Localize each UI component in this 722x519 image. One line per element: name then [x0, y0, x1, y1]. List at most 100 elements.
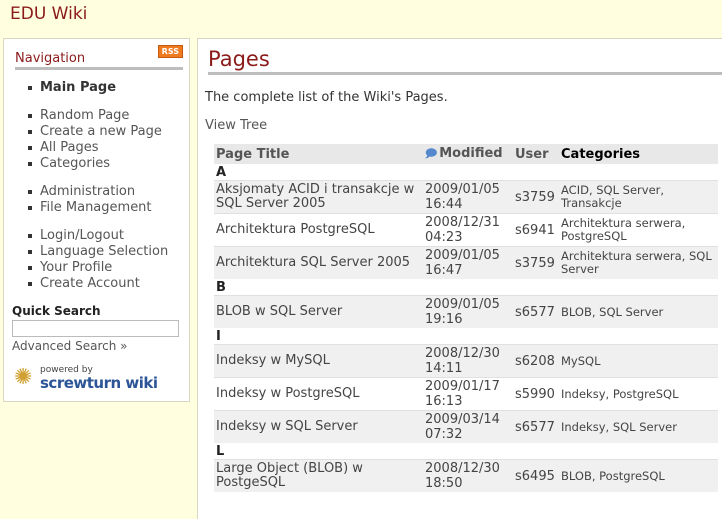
column-header-user[interactable]: User — [513, 144, 559, 164]
pages-table: Page Title 🗩 Modified User Categories A A… — [214, 144, 718, 492]
modified-time: 18:50 — [425, 476, 463, 491]
categories-cell[interactable]: BLOB, SQL Server — [559, 295, 718, 328]
table-row: Indeksy w MySQL 2008/12/30 14:11 s6208 My… — [214, 344, 718, 378]
modified-date: 2009/01/05 — [425, 248, 500, 263]
group-letter: A — [216, 164, 227, 180]
modified-time: 16:47 — [425, 263, 463, 278]
quick-search-input[interactable] — [12, 320, 179, 337]
page-description: The complete list of the Wiki's Pages. — [205, 90, 448, 105]
user-link[interactable]: s3759 — [513, 246, 559, 279]
nav-link-main-page[interactable]: Main Page — [40, 80, 116, 95]
categories-cell[interactable]: BLOB, PostgreSQL — [559, 459, 718, 492]
user-link[interactable]: s3759 — [513, 180, 559, 214]
nav-link-categories[interactable]: Categories — [40, 156, 110, 171]
nav-item-create-account[interactable]: Create Account — [27, 276, 168, 292]
modified-cell: 2008/12/30 14:11 — [423, 344, 513, 378]
view-tree-link[interactable]: View Tree — [205, 118, 267, 133]
user-link[interactable]: s6208 — [513, 344, 559, 378]
navigation-header: Navigation RSS — [15, 45, 183, 70]
page-title-link[interactable]: Architektura SQL Server 2005 — [214, 246, 423, 279]
page-title-link[interactable]: Architektura PostgreSQL — [214, 213, 423, 247]
powered-by-logo[interactable]: ✺ powered by screwturn wiki — [12, 365, 162, 393]
nav-link-file-management[interactable]: File Management — [40, 200, 152, 215]
categories-cell[interactable]: Indeksy, SQL Server — [559, 410, 718, 443]
categories-cell[interactable]: ACID, SQL Server, Transakcje — [559, 180, 718, 214]
nav-item-create-page[interactable]: Create a new Page — [27, 124, 168, 140]
modified-cell: 2009/01/05 19:16 — [423, 295, 513, 328]
table-row: Architektura PostgreSQL 2008/12/31 04:23 … — [214, 213, 718, 247]
nav-link-create-account[interactable]: Create Account — [40, 276, 140, 291]
comment-icon: 🗩 — [425, 146, 438, 160]
modified-date: 2008/12/31 — [425, 215, 500, 230]
user-link[interactable]: s6495 — [513, 459, 559, 492]
column-header-categories[interactable]: Categories — [559, 144, 718, 164]
column-header-title[interactable]: Page Title — [214, 144, 423, 164]
user-link[interactable]: s5990 — [513, 377, 559, 411]
page-title-link[interactable]: Indeksy w MySQL — [214, 344, 423, 378]
modified-cell: 2009/01/05 16:47 — [423, 246, 513, 279]
categories-cell[interactable]: MySQL — [559, 344, 718, 378]
categories-cell[interactable]: Architektura serwera, PostgreSQL — [559, 213, 718, 247]
modified-time: 07:32 — [425, 427, 463, 442]
nav-item-categories[interactable]: Categories — [27, 156, 168, 172]
modified-cell: 2009/01/05 16:44 — [423, 180, 513, 214]
modified-cell: 2008/12/31 04:23 — [423, 213, 513, 247]
main-content: Pages The complete list of the Wiki's Pa… — [197, 38, 722, 519]
modified-date: 2008/12/30 — [425, 461, 500, 476]
nav-item-main-page[interactable]: Main Page — [27, 80, 168, 96]
quick-search-label: Quick Search — [12, 304, 101, 318]
screwturn-logo-icon: ✺ — [14, 365, 33, 390]
group-letter-row: I — [214, 328, 718, 345]
table-row: Large Object (BLOB) w PostgeSQL 2008/12/… — [214, 459, 718, 492]
table-row: Aksjomaty ACID i transakcje w SQL Server… — [214, 180, 718, 214]
nav-link-login-logout[interactable]: Login/Logout — [40, 228, 124, 243]
nav-link-create-page[interactable]: Create a new Page — [40, 124, 162, 139]
modified-date: 2008/12/30 — [425, 346, 500, 361]
group-letter-row: B — [214, 279, 718, 296]
nav-link-language-selection[interactable]: Language Selection — [40, 244, 168, 259]
navigation-header-label: Navigation — [15, 51, 86, 66]
nav-item-language-selection[interactable]: Language Selection — [27, 244, 168, 260]
site-title[interactable]: EDU Wiki — [10, 4, 87, 24]
nav-link-all-pages[interactable]: All Pages — [40, 140, 99, 155]
nav-item-administration[interactable]: Administration — [27, 184, 168, 200]
group-letter: I — [216, 328, 221, 344]
nav-list: Main Page Random Page Create a new Page … — [27, 80, 168, 292]
group-letter: L — [216, 443, 225, 459]
advanced-search-link[interactable]: Advanced Search » — [12, 339, 127, 353]
nav-item-file-management[interactable]: File Management — [27, 200, 168, 216]
column-header-modified[interactable]: 🗩 Modified — [423, 144, 513, 164]
table-row: Architektura SQL Server 2005 2009/01/05 1… — [214, 246, 718, 279]
page-title-link[interactable]: Large Object (BLOB) w PostgeSQL — [214, 459, 423, 492]
categories-cell[interactable]: Architektura serwera, SQL Server — [559, 246, 718, 279]
user-link[interactable]: s6577 — [513, 295, 559, 328]
group-letter-row: L — [214, 443, 718, 460]
user-link[interactable]: s6577 — [513, 410, 559, 443]
nav-link-administration[interactable]: Administration — [40, 184, 135, 199]
modified-time: 04:23 — [425, 230, 463, 245]
nav-link-your-profile[interactable]: Your Profile — [40, 260, 112, 275]
column-header-modified-label: Modified — [439, 145, 503, 161]
nav-item-all-pages[interactable]: All Pages — [27, 140, 168, 156]
table-header-row: Page Title 🗩 Modified User Categories — [214, 144, 718, 164]
modified-time: 14:11 — [425, 361, 463, 376]
categories-cell[interactable]: Indeksy, PostgreSQL — [559, 377, 718, 411]
nav-item-your-profile[interactable]: Your Profile — [27, 260, 168, 276]
nav-item-login-logout[interactable]: Login/Logout — [27, 228, 168, 244]
table-row: Indeksy w PostgreSQL 2009/01/17 16:13 s59… — [214, 377, 718, 411]
page-title-link[interactable]: Indeksy w PostgreSQL — [214, 377, 423, 411]
modified-date: 2009/03/14 — [425, 412, 500, 427]
page-title-link[interactable]: Indeksy w SQL Server — [214, 410, 423, 443]
page-title-link[interactable]: BLOB w SQL Server — [214, 295, 423, 328]
nav-item-random-page[interactable]: Random Page — [27, 108, 168, 124]
group-letter: B — [216, 279, 226, 295]
table-row: BLOB w SQL Server 2009/01/05 19:16 s6577 … — [214, 295, 718, 328]
modified-cell: 2009/01/17 16:13 — [423, 377, 513, 411]
nav-link-random-page[interactable]: Random Page — [40, 108, 129, 123]
modified-time: 16:13 — [425, 394, 463, 409]
modified-date: 2009/01/05 — [425, 182, 500, 197]
user-link[interactable]: s6941 — [513, 213, 559, 247]
modified-cell: 2008/12/30 18:50 — [423, 459, 513, 492]
rss-icon[interactable]: RSS — [157, 45, 183, 58]
page-title-link[interactable]: Aksjomaty ACID i transakcje w SQL Server… — [214, 180, 423, 214]
